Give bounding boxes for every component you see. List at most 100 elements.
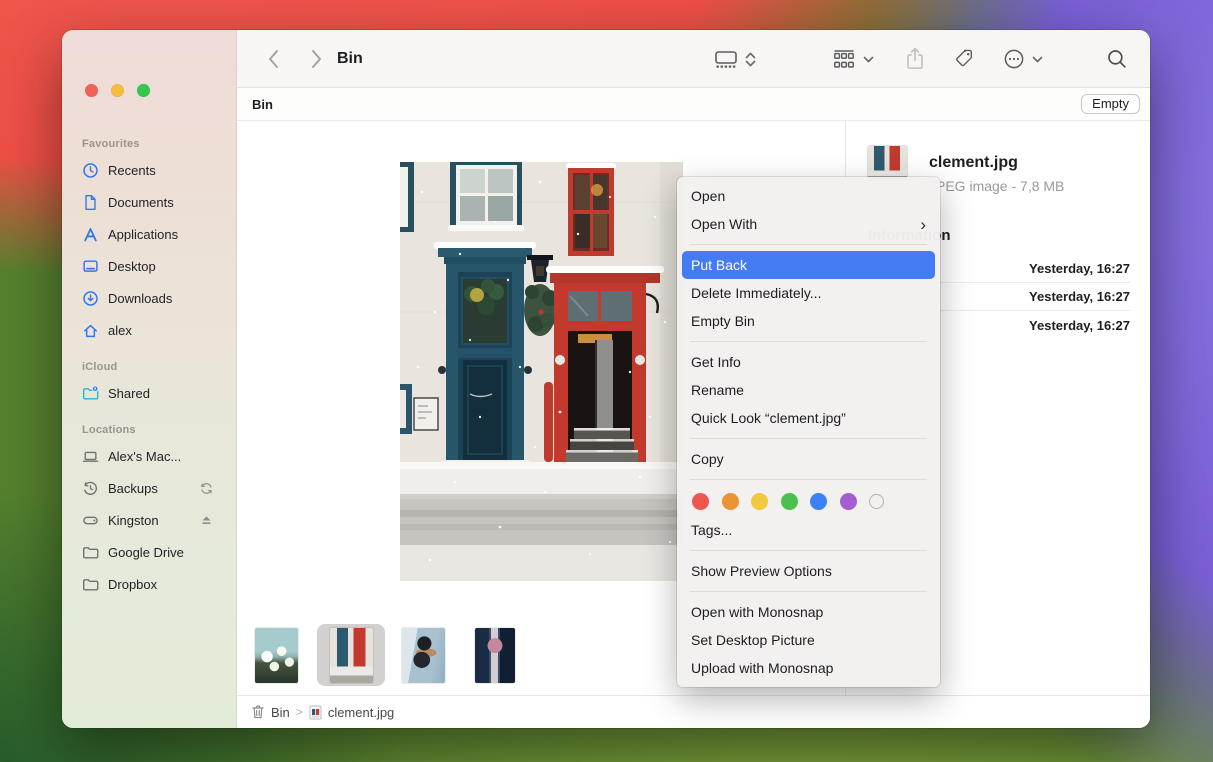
menu-item-open[interactable]: Open	[677, 182, 940, 210]
tag-yellow-dot[interactable]	[751, 493, 768, 510]
desktop-wallpaper: Favourites Recents Documents Application…	[0, 0, 1213, 762]
close-window-button[interactable]	[85, 84, 98, 97]
more-actions-button[interactable]	[997, 30, 1049, 88]
window-controls	[62, 84, 150, 97]
empty-bin-button[interactable]: Empty	[1081, 94, 1140, 114]
menu-divider	[690, 479, 927, 480]
more-actions-icon	[1003, 48, 1025, 70]
tag-purple-dot[interactable]	[840, 493, 857, 510]
sidebar: Favourites Recents Documents Application…	[62, 30, 237, 728]
home-icon	[82, 322, 99, 339]
menu-item-open-with-monosnap[interactable]: Open with Monosnap	[677, 598, 940, 626]
chevron-down-icon	[863, 56, 874, 63]
sidebar-item-backups[interactable]: Backups	[70, 473, 228, 503]
breadcrumb-file[interactable]: clement.jpg	[309, 705, 394, 720]
thumbnail-flowers-photo[interactable]	[255, 628, 298, 683]
sidebar-item-google-drive[interactable]: Google Drive	[70, 537, 228, 567]
eject-icon[interactable]	[199, 513, 214, 528]
menu-item-copy[interactable]: Copy	[677, 445, 940, 473]
menu-item-show-preview-options[interactable]: Show Preview Options	[677, 557, 940, 585]
info-row-value: Yesterday, 16:27	[1029, 318, 1130, 333]
tag-green-dot[interactable]	[781, 493, 798, 510]
thumbnail-pole-photo[interactable]	[475, 628, 515, 683]
sidebar-item-label: Applications	[108, 227, 178, 242]
sidebar-item-recents[interactable]: Recents	[70, 155, 228, 185]
sidebar-item-alexs-mac[interactable]: Alex's Mac...	[70, 441, 228, 471]
toolbar: Bin	[237, 30, 1150, 88]
menu-item-upload-with-monosnap[interactable]: Upload with Monosnap	[677, 654, 940, 682]
image-file-icon	[309, 705, 322, 720]
menu-item-label: Copy	[691, 451, 724, 467]
search-button[interactable]	[1099, 30, 1135, 88]
menu-item-quick-look[interactable]: Quick Look “clement.jpg”	[677, 404, 940, 432]
menu-divider	[690, 550, 927, 551]
thumbnail-selected-box[interactable]	[317, 624, 385, 686]
breadcrumb-bin[interactable]: Bin	[251, 704, 290, 720]
tag-clear-dot[interactable]	[869, 494, 884, 509]
sidebar-item-label: Recents	[108, 163, 156, 178]
sidebar-item-label: Alex's Mac...	[108, 449, 181, 464]
menu-item-open-with[interactable]: Open With›	[677, 210, 940, 238]
menu-item-get-info[interactable]: Get Info	[677, 348, 940, 376]
menu-item-delete-immediately[interactable]: Delete Immediately...	[677, 279, 940, 307]
sidebar-item-home-alex[interactable]: alex	[70, 315, 228, 345]
folder-icon	[82, 544, 99, 561]
tag-red-dot[interactable]	[692, 493, 709, 510]
forward-button[interactable]	[303, 30, 331, 88]
status-bar: Bin Empty	[237, 88, 1150, 121]
sidebar-item-kingston[interactable]: Kingston	[70, 505, 228, 535]
menu-item-label: Open with Monosnap	[691, 604, 823, 620]
menu-item-rename[interactable]: Rename	[677, 376, 940, 404]
desktop-icon	[82, 258, 99, 275]
group-by-button[interactable]	[827, 30, 879, 88]
view-mode-stepper-icon	[745, 52, 756, 67]
sidebar-item-shared[interactable]: Shared	[70, 378, 228, 408]
tag-orange-dot[interactable]	[722, 493, 739, 510]
file-name: clement.jpg	[929, 154, 1018, 172]
sidebar-item-dropbox[interactable]: Dropbox	[70, 569, 228, 599]
share-button[interactable]	[897, 30, 933, 88]
menu-item-label: Open With	[691, 216, 757, 232]
info-row-value: Yesterday, 16:27	[1029, 289, 1130, 304]
window-title: Bin	[337, 30, 363, 88]
menu-item-put-back[interactable]: Put Back	[682, 251, 935, 279]
folder-icon	[82, 576, 99, 593]
info-row-value: Yesterday, 16:27	[1029, 261, 1130, 276]
sidebar-item-label: Desktop	[108, 259, 156, 274]
menu-item-label: Delete Immediately...	[691, 285, 821, 301]
menu-item-label: Get Info	[691, 354, 741, 370]
back-button[interactable]	[259, 30, 287, 88]
tags-button[interactable]	[945, 30, 983, 88]
sidebar-item-downloads[interactable]: Downloads	[70, 283, 228, 313]
download-icon	[82, 290, 99, 307]
share-icon	[905, 47, 925, 71]
sidebar-item-desktop[interactable]: Desktop	[70, 251, 228, 281]
sidebar-section-locations: Locations	[82, 424, 236, 436]
path-bar: Bin > clement.jpg	[237, 695, 1150, 728]
menu-item-set-desktop-picture[interactable]: Set Desktop Picture	[677, 626, 940, 654]
menu-divider	[690, 438, 927, 439]
sidebar-item-label: Shared	[108, 386, 150, 401]
gallery-view-button[interactable]	[707, 30, 763, 88]
menu-divider	[690, 341, 927, 342]
sidebar-item-applications[interactable]: Applications	[70, 219, 228, 249]
sidebar-item-label: Dropbox	[108, 577, 157, 592]
laptop-icon	[82, 448, 99, 465]
thumbnail-doors-photo[interactable]	[330, 628, 373, 683]
file-meta: JPEG image - 7,8 MB	[929, 178, 1064, 194]
group-by-icon	[832, 48, 856, 70]
sidebar-item-label: Backups	[108, 481, 158, 496]
menu-item-tags[interactable]: Tags...	[677, 516, 940, 544]
breadcrumb-separator: >	[296, 705, 303, 719]
sidebar-item-documents[interactable]: Documents	[70, 187, 228, 217]
thumbnail-person-photo[interactable]	[402, 628, 445, 683]
sync-icon[interactable]	[199, 481, 214, 496]
sidebar-item-label: alex	[108, 323, 132, 338]
minimize-window-button[interactable]	[111, 84, 124, 97]
tag-blue-dot[interactable]	[810, 493, 827, 510]
menu-item-label: Tags...	[691, 522, 732, 538]
zoom-window-button[interactable]	[137, 84, 150, 97]
sidebar-section-icloud: iCloud	[82, 361, 236, 373]
menu-item-empty-bin[interactable]: Empty Bin	[677, 307, 940, 335]
preview-image[interactable]	[400, 162, 683, 581]
